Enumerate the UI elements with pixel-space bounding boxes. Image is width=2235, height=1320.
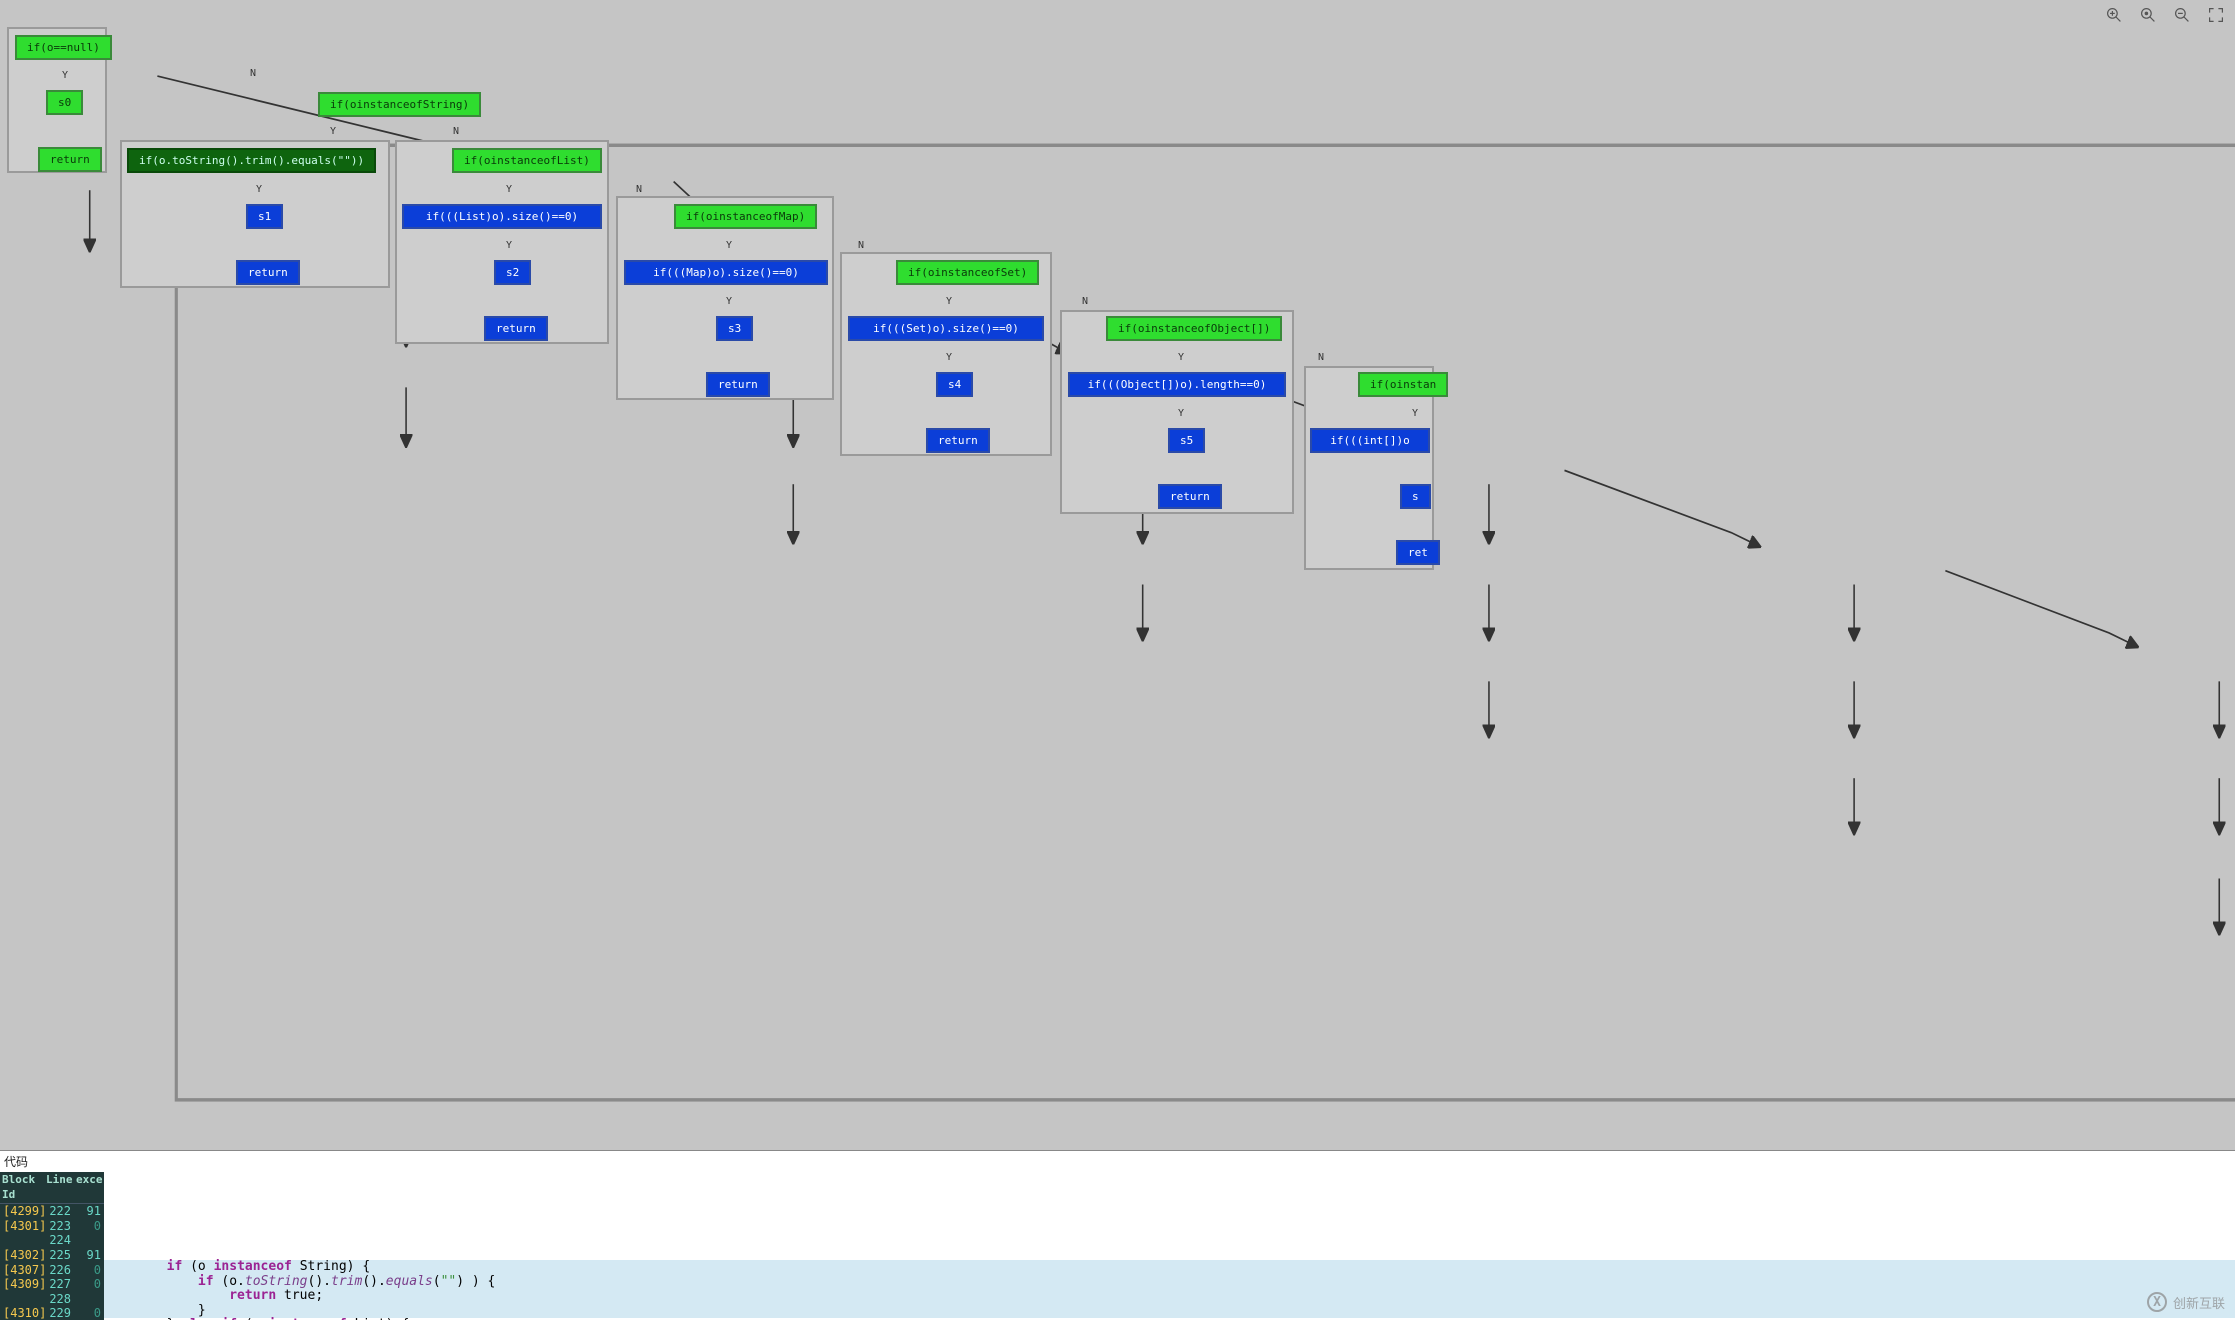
node-return2[interactable]: return: [484, 316, 548, 341]
code-line[interactable]: return true;: [104, 1289, 2235, 1304]
node-return6[interactable]: ret: [1396, 540, 1440, 565]
node-if-list[interactable]: if(oinstanceofList): [452, 148, 602, 173]
node-if-objarr[interactable]: if(oinstanceofObject[]): [1106, 316, 1282, 341]
node-if-null[interactable]: if(o==null): [15, 35, 112, 60]
watermark-text: 创新互联: [2173, 1293, 2225, 1312]
node-s4[interactable]: s4: [936, 372, 973, 397]
node-s6[interactable]: s: [1400, 484, 1431, 509]
node-if-intarrlen[interactable]: if(((int[])o: [1310, 428, 1430, 453]
node-s1[interactable]: s1: [246, 204, 283, 229]
gutter-header-block: Block Id: [0, 1172, 44, 1204]
node-return0[interactable]: return: [38, 147, 102, 172]
node-if-map[interactable]: if(oinstanceofMap): [674, 204, 817, 229]
watermark: X 创新互联: [2147, 1292, 2225, 1312]
code-panel: 代码 Block Id Line exce [4299]22291[4301]2…: [0, 1150, 2235, 1320]
gutter-header-exce: exce: [74, 1172, 104, 1204]
node-return1[interactable]: return: [236, 260, 300, 285]
node-if-listsize[interactable]: if(((List)o).size()==0): [402, 204, 602, 229]
node-if-mapsize[interactable]: if(((Map)o).size()==0): [624, 260, 828, 285]
node-if-string[interactable]: if(oinstanceofString): [318, 92, 481, 117]
code-gutter: Block Id Line exce [4299]22291[4301]2230…: [0, 1172, 104, 1320]
edge-label-n: N: [636, 184, 642, 195]
edge-label-y: Y: [946, 352, 952, 363]
gutter-header-line: Line: [44, 1172, 74, 1204]
edge-label-y: Y: [256, 184, 262, 195]
edge-label-y: Y: [1178, 352, 1184, 363]
node-if-set[interactable]: if(oinstanceofSet): [896, 260, 1039, 285]
code-line[interactable]: if (o.toString().trim().equals("") ) {: [104, 1275, 2235, 1290]
edge-label-n: N: [1318, 352, 1324, 363]
node-if-objarrlen[interactable]: if(((Object[])o).length==0): [1068, 372, 1286, 397]
watermark-logo: X: [2147, 1292, 2167, 1312]
node-if-tostring[interactable]: if(o.toString().trim().equals("")): [127, 148, 376, 173]
edge-label-y: Y: [506, 240, 512, 251]
diagram-canvas[interactable]: if(o==null) s0 return if(oinstanceofStri…: [0, 0, 2235, 1150]
code-line[interactable]: }: [104, 1304, 2235, 1319]
node-s5[interactable]: s5: [1168, 428, 1205, 453]
node-return3[interactable]: return: [706, 372, 770, 397]
zoom-out-icon[interactable]: [2173, 6, 2191, 24]
edge-label-n: N: [250, 68, 256, 79]
edge-label-y: Y: [506, 184, 512, 195]
edge-label-n: N: [453, 126, 459, 137]
node-return5[interactable]: return: [1158, 484, 1222, 509]
fullscreen-icon[interactable]: [2207, 6, 2225, 24]
node-return4[interactable]: return: [926, 428, 990, 453]
code-lines[interactable]: if (o instanceof String) { if (o.toStrin…: [104, 1172, 2235, 1320]
code-line[interactable]: if (o instanceof String) {: [104, 1260, 2235, 1275]
edge-label-y: Y: [946, 296, 952, 307]
zoom-toolbar: [2105, 6, 2225, 24]
code-panel-title: 代码: [0, 1151, 2235, 1172]
edge-label-y: Y: [726, 296, 732, 307]
node-if-setsize[interactable]: if(((Set)o).size()==0): [848, 316, 1044, 341]
edge-label-y: Y: [330, 126, 336, 137]
edge-label-y: Y: [726, 240, 732, 251]
edge-label-y: Y: [1412, 408, 1418, 419]
zoom-reset-icon[interactable]: [2139, 6, 2157, 24]
edge-label-y: Y: [1178, 408, 1184, 419]
node-s0[interactable]: s0: [46, 90, 83, 115]
edge-label-n: N: [858, 240, 864, 251]
zoom-in-icon[interactable]: [2105, 6, 2123, 24]
node-s2[interactable]: s2: [494, 260, 531, 285]
edge-label-y: Y: [62, 70, 68, 81]
edge-label-n: N: [1082, 296, 1088, 307]
node-if-intarr[interactable]: if(oinstan: [1358, 372, 1448, 397]
node-s3[interactable]: s3: [716, 316, 753, 341]
